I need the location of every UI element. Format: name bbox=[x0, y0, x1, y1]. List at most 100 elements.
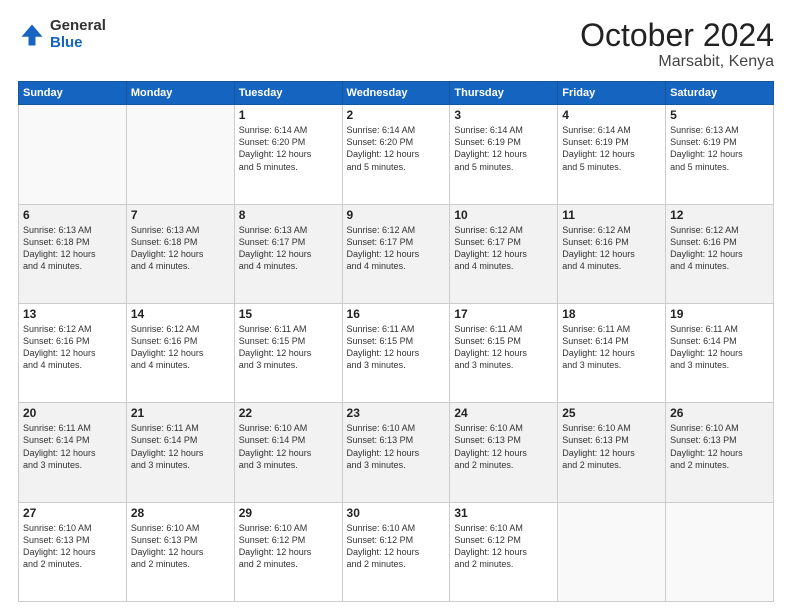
logo-icon bbox=[18, 21, 46, 49]
day-detail: Sunrise: 6:12 AM Sunset: 6:16 PM Dayligh… bbox=[131, 323, 230, 372]
day-detail: Sunrise: 6:13 AM Sunset: 6:17 PM Dayligh… bbox=[239, 224, 338, 273]
table-row: 16Sunrise: 6:11 AM Sunset: 6:15 PM Dayli… bbox=[342, 303, 450, 402]
table-row: 11Sunrise: 6:12 AM Sunset: 6:16 PM Dayli… bbox=[558, 204, 666, 303]
day-number: 13 bbox=[23, 307, 122, 321]
day-number: 5 bbox=[670, 108, 769, 122]
day-number: 25 bbox=[562, 406, 661, 420]
col-monday: Monday bbox=[126, 82, 234, 105]
day-detail: Sunrise: 6:11 AM Sunset: 6:14 PM Dayligh… bbox=[23, 422, 122, 471]
day-number: 14 bbox=[131, 307, 230, 321]
day-detail: Sunrise: 6:10 AM Sunset: 6:13 PM Dayligh… bbox=[347, 422, 446, 471]
table-row: 14 Sunrise: 6:12 AM Sunset: 6:16 PM Dayli… bbox=[126, 303, 234, 402]
day-detail: Sunrise: 6:11 AM Sunset: 6:15 PM Dayligh… bbox=[454, 323, 553, 372]
calendar-week-row: 6 Sunrise: 6:13 AM Sunset: 6:18 PM Daylig… bbox=[19, 204, 774, 303]
day-number: 20 bbox=[23, 406, 122, 420]
day-number: 27 bbox=[23, 506, 122, 520]
day-detail: Sunrise: 6:11 AM Sunset: 6:14 PM Dayligh… bbox=[562, 323, 661, 372]
table-row: 13 Sunrise: 6:12 AM Sunset: 6:16 PM Dayli… bbox=[19, 303, 127, 402]
day-detail: Sunrise: 6:10 AM Sunset: 6:13 PM Dayligh… bbox=[670, 422, 769, 471]
day-detail: Sunrise: 6:11 AM Sunset: 6:15 PM Dayligh… bbox=[239, 323, 338, 372]
day-detail: Sunrise: 6:10 AM Sunset: 6:14 PM Dayligh… bbox=[239, 422, 338, 471]
calendar-location: Marsabit, Kenya bbox=[580, 53, 774, 71]
calendar-week-row: 20 Sunrise: 6:11 AM Sunset: 6:14 PM Dayli… bbox=[19, 403, 774, 502]
day-detail: Sunrise: 6:10 AM Sunset: 6:13 PM Dayligh… bbox=[454, 422, 553, 471]
table-row: 5 Sunrise: 6:13 AM Sunset: 6:19 PM Daylig… bbox=[666, 105, 774, 204]
day-detail: Sunrise: 6:14 AM Sunset: 6:20 PM Dayligh… bbox=[347, 124, 446, 173]
day-detail: Sunrise: 6:13 AM Sunset: 6:19 PM Dayligh… bbox=[670, 124, 769, 173]
page: General Blue October 2024 Marsabit, Keny… bbox=[0, 0, 792, 612]
table-row: 21Sunrise: 6:11 AM Sunset: 6:14 PM Dayli… bbox=[126, 403, 234, 502]
day-detail: Sunrise: 6:10 AM Sunset: 6:12 PM Dayligh… bbox=[454, 522, 553, 571]
calendar-week-row: 1 Sunrise: 6:14 AM Sunset: 6:20 PM Daylig… bbox=[19, 105, 774, 204]
table-row: 20 Sunrise: 6:11 AM Sunset: 6:14 PM Dayli… bbox=[19, 403, 127, 502]
day-detail: Sunrise: 6:14 AM Sunset: 6:19 PM Dayligh… bbox=[562, 124, 661, 173]
day-number: 23 bbox=[347, 406, 446, 420]
calendar-header-row: Sunday Monday Tuesday Wednesday Thursday… bbox=[19, 82, 774, 105]
table-row: 27Sunrise: 6:10 AM Sunset: 6:13 PM Dayli… bbox=[19, 502, 127, 601]
table-row: 23 Sunrise: 6:10 AM Sunset: 6:13 PM Dayli… bbox=[342, 403, 450, 502]
table-row: 1 Sunrise: 6:14 AM Sunset: 6:20 PM Daylig… bbox=[234, 105, 342, 204]
logo-blue-text: Blue bbox=[50, 35, 106, 52]
table-row: 3 Sunrise: 6:14 AM Sunset: 6:19 PM Daylig… bbox=[450, 105, 558, 204]
day-detail: Sunrise: 6:14 AM Sunset: 6:20 PM Dayligh… bbox=[239, 124, 338, 173]
day-number: 1 bbox=[239, 108, 338, 122]
table-row: 8 Sunrise: 6:13 AM Sunset: 6:17 PM Daylig… bbox=[234, 204, 342, 303]
col-wednesday: Wednesday bbox=[342, 82, 450, 105]
day-number: 7 bbox=[131, 208, 230, 222]
day-number: 19 bbox=[670, 307, 769, 321]
table-row: 7 Sunrise: 6:13 AM Sunset: 6:18 PM Daylig… bbox=[126, 204, 234, 303]
day-number: 8 bbox=[239, 208, 338, 222]
day-number: 12 bbox=[670, 208, 769, 222]
logo-text: General Blue bbox=[50, 18, 106, 51]
table-row: 26 Sunrise: 6:10 AM Sunset: 6:13 PM Dayli… bbox=[666, 403, 774, 502]
col-friday: Friday bbox=[558, 82, 666, 105]
day-number: 10 bbox=[454, 208, 553, 222]
day-detail: Sunrise: 6:14 AM Sunset: 6:19 PM Dayligh… bbox=[454, 124, 553, 173]
table-row: 10 Sunrise: 6:12 AM Sunset: 6:17 PM Dayli… bbox=[450, 204, 558, 303]
day-detail: Sunrise: 6:13 AM Sunset: 6:18 PM Dayligh… bbox=[23, 224, 122, 273]
table-row: 31 Sunrise: 6:10 AM Sunset: 6:12 PM Dayli… bbox=[450, 502, 558, 601]
day-number: 18 bbox=[562, 307, 661, 321]
logo-general-text: General bbox=[50, 18, 106, 35]
day-detail: Sunrise: 6:12 AM Sunset: 6:16 PM Dayligh… bbox=[23, 323, 122, 372]
day-number: 22 bbox=[239, 406, 338, 420]
col-tuesday: Tuesday bbox=[234, 82, 342, 105]
day-number: 24 bbox=[454, 406, 553, 420]
day-number: 31 bbox=[454, 506, 553, 520]
calendar-week-row: 27 Sunrise: 6:10 AM Sunset: 6:13 PM Dayli… bbox=[19, 502, 774, 601]
table-row: 6 Sunrise: 6:13 AM Sunset: 6:18 PM Daylig… bbox=[19, 204, 127, 303]
table-row bbox=[19, 105, 127, 204]
day-number: 26 bbox=[670, 406, 769, 420]
table-row: 18 Sunrise: 6:11 AM Sunset: 6:14 PM Dayli… bbox=[558, 303, 666, 402]
day-number: 6 bbox=[23, 208, 122, 222]
table-row: 9 Sunrise: 6:12 AM Sunset: 6:17 PM Daylig… bbox=[342, 204, 450, 303]
table-row: 28 Sunrise: 6:10 AM Sunset: 6:13 PM Dayli… bbox=[126, 502, 234, 601]
day-number: 28 bbox=[131, 506, 230, 520]
day-detail: Sunrise: 6:12 AM Sunset: 6:16 PM Dayligh… bbox=[670, 224, 769, 273]
title-block: October 2024 Marsabit, Kenya bbox=[580, 18, 774, 71]
col-thursday: Thursday bbox=[450, 82, 558, 105]
day-detail: Sunrise: 6:10 AM Sunset: 6:13 PM Dayligh… bbox=[131, 522, 230, 571]
day-number: 2 bbox=[347, 108, 446, 122]
col-sunday: Sunday bbox=[19, 82, 127, 105]
day-detail: Sunrise: 6:13 AM Sunset: 6:18 PM Dayligh… bbox=[131, 224, 230, 273]
calendar-table: Sunday Monday Tuesday Wednesday Thursday… bbox=[18, 81, 774, 602]
table-row: 29Sunrise: 6:10 AM Sunset: 6:12 PM Dayli… bbox=[234, 502, 342, 601]
day-detail: Sunrise: 6:12 AM Sunset: 6:17 PM Dayligh… bbox=[454, 224, 553, 273]
day-detail: Sunrise: 6:12 AM Sunset: 6:17 PM Dayligh… bbox=[347, 224, 446, 273]
day-number: 3 bbox=[454, 108, 553, 122]
table-row bbox=[126, 105, 234, 204]
day-detail: Sunrise: 6:10 AM Sunset: 6:13 PM Dayligh… bbox=[562, 422, 661, 471]
table-row: 24 Sunrise: 6:10 AM Sunset: 6:13 PM Dayli… bbox=[450, 403, 558, 502]
day-number: 9 bbox=[347, 208, 446, 222]
day-detail: Sunrise: 6:10 AM Sunset: 6:12 PM Dayligh… bbox=[239, 522, 338, 571]
calendar-title: October 2024 bbox=[580, 18, 774, 53]
table-row: 19Sunrise: 6:11 AM Sunset: 6:14 PM Dayli… bbox=[666, 303, 774, 402]
table-row: 4Sunrise: 6:14 AM Sunset: 6:19 PM Daylig… bbox=[558, 105, 666, 204]
day-number: 16 bbox=[347, 307, 446, 321]
day-detail: Sunrise: 6:10 AM Sunset: 6:12 PM Dayligh… bbox=[347, 522, 446, 571]
calendar-week-row: 13 Sunrise: 6:12 AM Sunset: 6:16 PM Dayli… bbox=[19, 303, 774, 402]
table-row bbox=[558, 502, 666, 601]
day-number: 17 bbox=[454, 307, 553, 321]
day-number: 30 bbox=[347, 506, 446, 520]
